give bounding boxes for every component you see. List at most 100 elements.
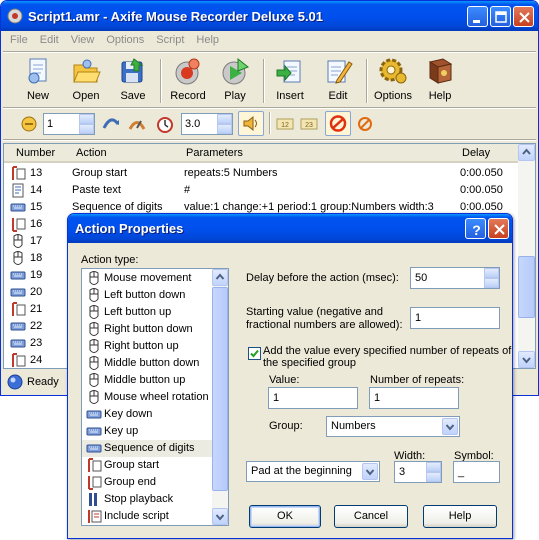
spin-down-icon[interactable] xyxy=(217,124,232,134)
dialog-help-button[interactable]: ? xyxy=(465,218,486,239)
spin-up-icon[interactable] xyxy=(426,462,441,472)
timer-icon[interactable] xyxy=(155,114,175,134)
options-button[interactable]: Options xyxy=(370,55,416,107)
list-item[interactable]: Mouse movement xyxy=(82,270,213,287)
table-row[interactable]: 14 Paste text #0:00.050 xyxy=(4,182,518,199)
type-list-scrollbar[interactable] xyxy=(212,269,228,525)
list-item[interactable]: Mouse wheel rotation xyxy=(82,389,213,406)
speed-icon[interactable] xyxy=(127,114,147,134)
spin-up-icon[interactable] xyxy=(79,114,94,124)
list-item[interactable]: Stop playback xyxy=(82,491,213,508)
list-item[interactable]: Left button up xyxy=(82,304,213,321)
group-start-icon xyxy=(10,302,26,317)
list-item[interactable]: Left button down xyxy=(82,287,213,304)
checkmark-icon xyxy=(250,349,259,358)
sound-toggle-button[interactable] xyxy=(238,111,264,136)
symbol-input[interactable]: _ xyxy=(453,461,500,483)
table-row[interactable]: 13 Group start repeats:5 Numbers 0:00.050 xyxy=(4,165,518,182)
spin-down-icon[interactable] xyxy=(484,278,499,288)
spin-down-icon[interactable] xyxy=(79,124,94,134)
dialog-help-push-button[interactable]: Help xyxy=(423,505,497,528)
scroll-down-button[interactable] xyxy=(518,351,535,368)
start-label-line2: fractional numbers are allowed): xyxy=(246,319,403,331)
title-bar[interactable]: Script1.amr - Axife Mouse Recorder Delux… xyxy=(1,1,538,31)
play-button[interactable]: Play xyxy=(212,55,258,107)
row-number: 14 xyxy=(30,184,43,196)
spin-up-icon[interactable] xyxy=(484,268,499,278)
list-item[interactable]: Group end xyxy=(82,474,213,491)
pad-mode-select[interactable]: Pad at the beginning xyxy=(246,461,380,482)
menu-view[interactable]: View xyxy=(65,32,101,50)
scroll-up-button[interactable] xyxy=(518,144,535,161)
scroll-thumb[interactable] xyxy=(518,256,535,318)
ok-button[interactable]: OK xyxy=(249,505,321,528)
col-action[interactable]: Action xyxy=(76,147,107,159)
list-item[interactable]: Group start xyxy=(82,457,213,474)
width-input[interactable]: 3 xyxy=(394,461,442,483)
number-icon[interactable]: 23 xyxy=(299,114,319,134)
row-number: 20 xyxy=(30,286,43,298)
stop-toggle-button[interactable] xyxy=(325,111,351,136)
loop-icon[interactable] xyxy=(101,114,121,134)
repeat-icon[interactable] xyxy=(19,114,39,134)
start-value-input[interactable]: 1 xyxy=(410,307,500,329)
col-number[interactable]: Number xyxy=(16,147,55,159)
list-item[interactable]: Include script xyxy=(82,508,213,525)
speed-spinner[interactable]: 3.0 xyxy=(181,113,233,135)
maximize-button[interactable] xyxy=(490,6,511,27)
insert-button[interactable]: Insert xyxy=(267,55,313,107)
menu-options[interactable]: Options xyxy=(100,32,150,50)
add-value-checkbox[interactable] xyxy=(248,347,261,360)
record-button[interactable]: Record xyxy=(165,55,211,107)
group-dropdown-button[interactable] xyxy=(442,418,458,435)
help-button[interactable]: Help xyxy=(417,55,463,107)
menu-file[interactable]: File xyxy=(4,32,34,50)
row-number: 19 xyxy=(30,269,43,281)
group-select[interactable]: Numbers xyxy=(326,416,460,437)
delay-input[interactable]: 50 xyxy=(410,267,500,289)
list-item[interactable]: Right button up xyxy=(82,338,213,355)
spin-up-icon[interactable] xyxy=(217,114,232,124)
scroll-up-button[interactable] xyxy=(212,269,228,286)
menu-edit[interactable]: Edit xyxy=(34,32,65,50)
cancel-button[interactable]: Cancel xyxy=(334,505,408,528)
toolbar-separator-line xyxy=(3,139,536,141)
save-button[interactable]: Save xyxy=(110,55,156,107)
dialog-close-button[interactable] xyxy=(488,218,509,239)
new-button[interactable]: New xyxy=(15,55,61,107)
action-type-list[interactable]: Mouse movement Left button down Left butto… xyxy=(81,268,229,526)
list-item[interactable]: Key down xyxy=(82,406,213,423)
no-entry-icon[interactable] xyxy=(355,114,375,134)
list-item[interactable]: Key up xyxy=(82,423,213,440)
chevron-down-icon xyxy=(522,357,531,364)
number-icon[interactable]: 12 xyxy=(275,114,295,134)
action-type-label: Group end xyxy=(104,476,156,488)
list-item[interactable]: Right button down xyxy=(82,321,213,338)
pad-dropdown-button[interactable] xyxy=(362,463,378,480)
col-delay[interactable]: Delay xyxy=(462,147,490,159)
repeat-count-spinner[interactable]: 1 xyxy=(43,113,95,135)
col-parameters[interactable]: Parameters xyxy=(186,147,243,159)
increment-value-input[interactable]: 1 xyxy=(268,387,358,409)
menu-help[interactable]: Help xyxy=(190,32,225,50)
dialog-title-bar[interactable]: Action Properties ? xyxy=(68,214,512,243)
repeats-input[interactable]: 1 xyxy=(369,387,459,409)
list-item[interactable]: Middle button up xyxy=(82,372,213,389)
keyboard-icon xyxy=(86,424,102,439)
minimize-button[interactable] xyxy=(467,6,488,27)
keyboard-icon xyxy=(86,407,102,422)
spin-down-icon[interactable] xyxy=(426,472,441,482)
list-scrollbar[interactable] xyxy=(518,144,535,368)
edit-button[interactable]: Edit xyxy=(315,55,361,107)
menu-script[interactable]: Script xyxy=(150,32,190,50)
scroll-down-button[interactable] xyxy=(212,508,228,525)
close-button[interactable] xyxy=(513,6,534,27)
open-button[interactable]: Open xyxy=(63,55,109,107)
scroll-thumb[interactable] xyxy=(212,287,228,491)
no-entry-icon xyxy=(329,115,347,132)
increment-value: 1 xyxy=(273,392,280,404)
maximize-icon xyxy=(495,11,507,23)
list-item[interactable]: Sequence of digits xyxy=(82,440,213,457)
list-item[interactable]: Middle button down xyxy=(82,355,213,372)
toolbar-separator xyxy=(160,59,162,103)
